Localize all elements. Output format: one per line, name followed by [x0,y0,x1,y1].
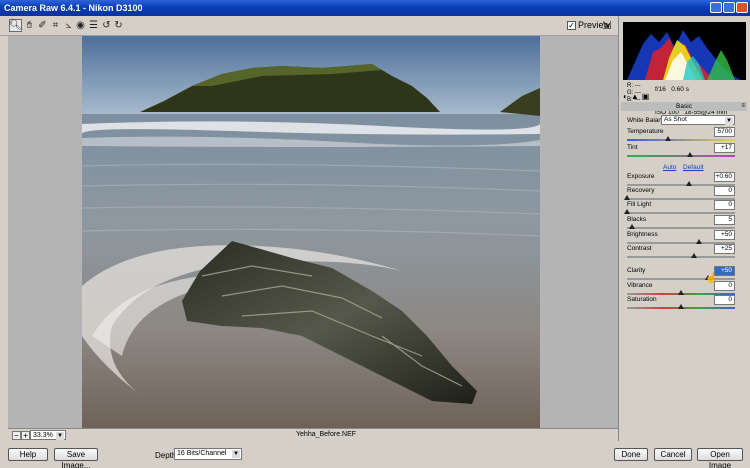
fill-light-value[interactable]: 0 [714,200,735,210]
temperature-value[interactable]: 5700 [714,127,735,137]
saturation-label: Saturation [627,296,657,303]
white-balance-tool-icon[interactable]: ✐ [36,19,49,32]
help-button[interactable]: Help [8,448,48,461]
exposure-slider-thumb[interactable] [685,181,692,186]
toolbar: 🔍︎ ✋︎ ✐ ⌗ ⦣ ◉ ☰ ↺ ↻ ✓ Preview ⇲ [0,16,618,36]
exposure-label: Exposure [627,173,655,180]
recovery-value[interactable]: 0 [714,186,735,196]
contrast-label: Contrast [627,245,652,252]
brightness-slider-thumb[interactable] [696,239,703,244]
chevron-down-icon: ▼ [232,450,240,458]
detail-tab-icon[interactable]: ▣ [642,92,650,102]
open-image-button[interactable]: Open Image [697,448,743,468]
close-button[interactable] [736,2,748,13]
preferences-list-icon[interactable]: ☰ [87,19,100,32]
white-balance-value: As Shot [664,116,687,123]
chevron-down-icon: ▼ [56,432,64,440]
rotate-right-icon[interactable]: ↻ [112,19,125,32]
temperature-label: Temperature [627,128,664,135]
done-button[interactable]: Done [614,448,648,461]
window-controls [710,2,748,13]
section-header: Basic ≡ [621,102,747,111]
zoom-level-select[interactable]: 33.3% ▼ [30,430,66,440]
cancel-button[interactable]: Cancel [654,448,692,461]
clarity-slider[interactable] [627,275,735,280]
minimize-button[interactable] [710,2,722,13]
tint-slider[interactable] [627,152,735,157]
blacks-slider[interactable] [627,224,735,229]
zoom-out-button[interactable]: − [12,431,21,440]
photo-preview[interactable] [82,36,540,428]
vibrance-label: Vibrance [627,282,653,289]
bottom-bar: Help Save Image... Depth: 16 Bits/Channe… [0,441,750,468]
default-link[interactable]: Default [683,164,704,171]
contrast-slider-thumb[interactable] [690,253,697,258]
fill-light-slider[interactable] [624,209,735,214]
temperature-slider[interactable] [627,136,735,141]
panel-tabs: ◐ ▲ ▣ [621,92,747,102]
vibrance-slider-thumb[interactable] [678,290,684,295]
zoom-in-button[interactable]: + [21,431,30,440]
contrast-value[interactable]: +25 [714,244,735,254]
brightness-value[interactable]: +50 [714,230,735,240]
recovery-slider-thumb[interactable] [624,195,630,200]
fullscreen-icon[interactable]: ⇲ [602,19,611,32]
check-icon: ✓ [567,20,576,30]
hand-cursor-icon: ☝ [705,273,718,284]
blacks-slider-thumb[interactable] [629,224,636,229]
recovery-label: Recovery [627,187,655,194]
chevron-down-icon: ▼ [725,117,733,125]
title-bar: Camera Raw 6.4.1 - Nikon D3100 [0,0,750,16]
maximize-button[interactable] [723,2,735,13]
contrast-slider[interactable] [627,253,735,258]
save-image-button[interactable]: Save Image... [54,448,98,468]
red-readout: R: --- [627,83,641,89]
red-eye-tool-icon[interactable]: ◉ [74,19,87,32]
saturation-slider-thumb[interactable] [678,304,684,309]
tone-curve-tab-icon[interactable]: ▲ [631,92,639,102]
tint-label: Tint [627,144,638,151]
fill-light-slider-thumb[interactable] [624,209,630,214]
saturation-slider[interactable] [627,304,735,309]
hand-tool-icon[interactable]: ✋︎ [23,19,36,32]
basic-tab-icon[interactable]: ◐ [623,92,628,102]
zoom-level-value: 33.3% [33,432,53,439]
fill-light-label: Fill Light [627,201,652,208]
brightness-label: Brightness [627,231,658,238]
file-name: Yehha_Before.NEF [296,431,357,438]
depth-select[interactable]: 16 Bits/Channel ▼ [174,448,242,460]
auto-link[interactable]: Auto [663,164,676,171]
white-balance-select[interactable]: As Shot ▼ [661,115,735,125]
status-bar: − + 33.3% ▼ Yehha_Before.NEF [8,428,618,441]
tint-value[interactable]: +17 [714,143,735,153]
temperature-slider-thumb[interactable] [665,136,672,141]
saturation-value[interactable]: 0 [714,295,735,305]
blacks-label: Blacks [627,216,647,223]
depth-value: 16 Bits/Channel [177,450,227,457]
panel-menu-icon[interactable]: ≡ [741,102,745,111]
crop-tool-icon[interactable]: ⌗ [49,19,62,32]
section-title: Basic [676,103,692,110]
photo-image [82,36,540,428]
tint-slider-thumb[interactable] [686,152,693,157]
window-title: Camera Raw 6.4.1 - Nikon D3100 [4,3,143,13]
clarity-label: Clarity [627,267,646,274]
exposure-value[interactable]: +0.60 [714,172,735,182]
blacks-value[interactable]: 5 [714,215,735,225]
zoom-tool-icon[interactable]: 🔍︎ [9,19,22,32]
